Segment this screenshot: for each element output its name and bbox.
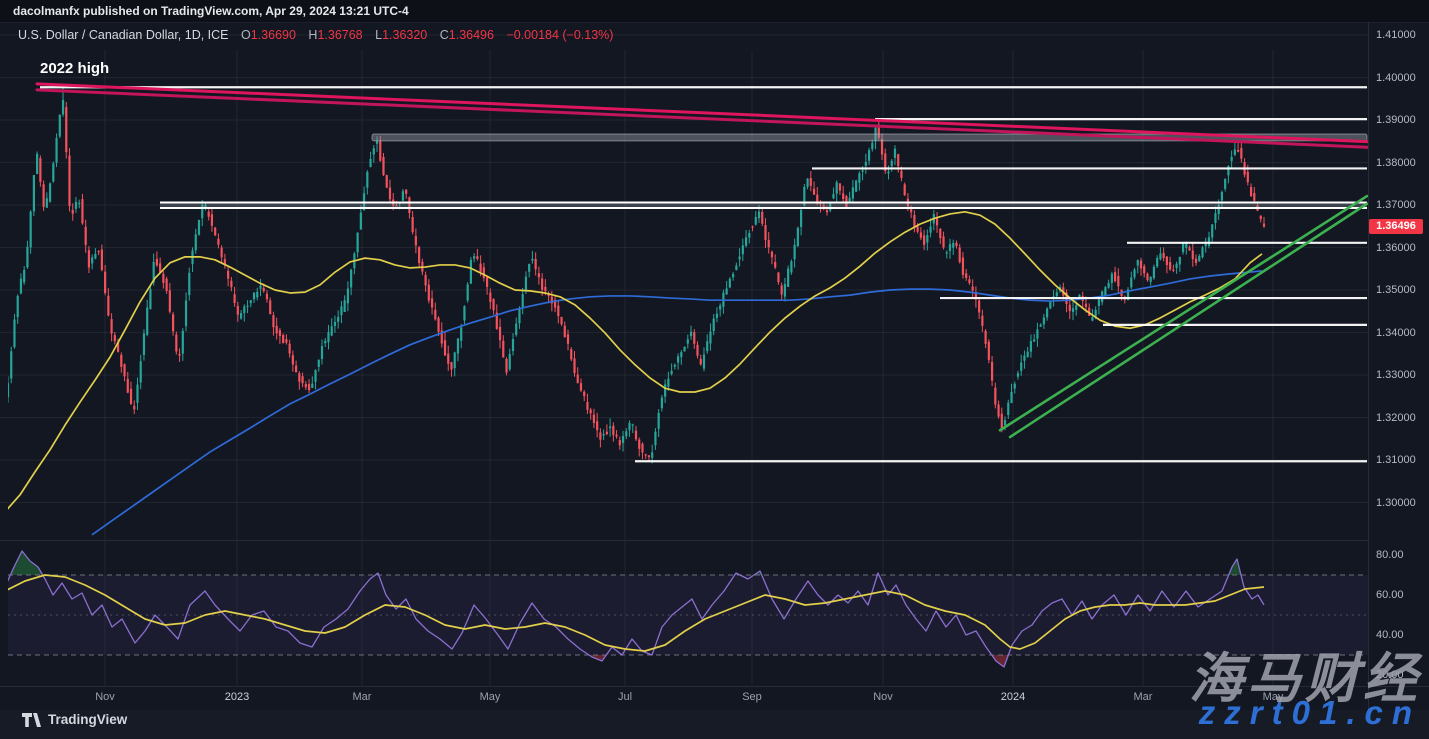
symbol-title: U.S. Dollar / Canadian Dollar, 1D, ICE <box>18 28 229 42</box>
time-tick-label: 2024 <box>991 691 1035 703</box>
time-tick-label: Nov <box>83 691 127 703</box>
time-tick-label: Jul <box>603 691 647 703</box>
rsi-tick-label: 80.00 <box>1376 549 1404 561</box>
watermark-url-text: zzrt01.cn <box>1199 694 1421 732</box>
price-tick-label: 1.37000 <box>1376 199 1416 211</box>
tradingview-logo[interactable]: TradingView <box>22 712 127 727</box>
time-tick-label: Sep <box>730 691 774 703</box>
tradingview-logo-text: TradingView <box>48 712 127 727</box>
rsi-pane <box>5 551 1368 667</box>
change-value: −0.00184 (−0.13%) <box>506 28 613 42</box>
low-value: 1.36320 <box>382 28 427 42</box>
price-tick-label: 1.40000 <box>1376 72 1416 84</box>
chart-canvas[interactable] <box>0 0 1429 739</box>
time-axis[interactable]: Nov2023MarMayJulSepNov2024MarMay <box>0 686 1368 710</box>
price-tick-label: 1.41000 <box>1376 29 1416 41</box>
levels-layer[interactable] <box>40 87 1367 461</box>
publish-header: dacolmanfx published on TradingView.com,… <box>0 0 1429 22</box>
price-tick-label: 1.31000 <box>1376 454 1416 466</box>
tradingview-logo-icon <box>22 713 41 727</box>
symbol-info-bar: U.S. Dollar / Canadian Dollar, 1D, ICE O… <box>18 28 613 42</box>
published-line: dacolmanfx published on TradingView.com,… <box>13 4 409 18</box>
price-tick-label: 1.38000 <box>1376 157 1416 169</box>
close-label: C <box>440 28 449 42</box>
time-tick-label: Mar <box>340 691 384 703</box>
open-value: 1.36690 <box>251 28 296 42</box>
tradingview-published-chart: dacolmanfx published on TradingView.com,… <box>0 0 1429 739</box>
price-tick-label: 1.35000 <box>1376 284 1416 296</box>
last-price-badge: 1.36496 <box>1369 219 1423 234</box>
open-label: O <box>241 28 251 42</box>
close-value: 1.36496 <box>449 28 494 42</box>
time-tick-label: 2023 <box>215 691 259 703</box>
price-tick-label: 1.34000 <box>1376 327 1416 339</box>
candles-layer <box>7 87 1265 463</box>
price-tick-label: 1.39000 <box>1376 114 1416 126</box>
price-tick-label: 1.30000 <box>1376 497 1416 509</box>
high-value: 1.36768 <box>317 28 362 42</box>
time-tick-label: Nov <box>861 691 905 703</box>
price-tick-label: 1.36000 <box>1376 242 1416 254</box>
price-tick-label: 1.32000 <box>1376 412 1416 424</box>
price-tick-label: 1.33000 <box>1376 369 1416 381</box>
annotation-2022-high: 2022 high <box>40 60 109 77</box>
time-tick-label: Mar <box>1121 691 1165 703</box>
price-axis[interactable]: 1.36496 1.41000 1.40000 1.39000 1.38000 1.37… <box>1368 22 1429 710</box>
zones-layer[interactable] <box>160 134 1367 208</box>
time-tick-label: May <box>468 691 512 703</box>
rsi-tick-label: 60.00 <box>1376 589 1404 601</box>
